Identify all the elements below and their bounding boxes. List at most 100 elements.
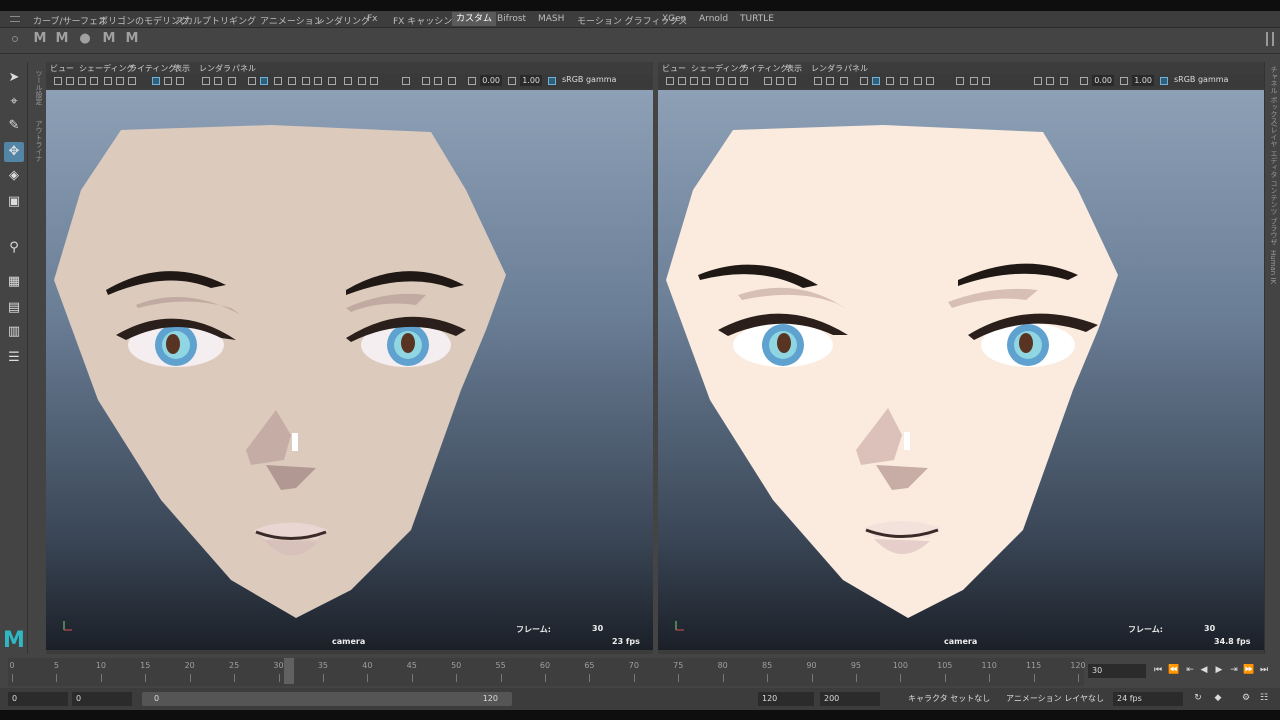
image-plane-icon[interactable] (702, 77, 710, 85)
rotate-tool-icon[interactable]: ◈ (4, 166, 24, 186)
smooth-shade-icon[interactable] (872, 77, 880, 85)
step-forward-frame-icon[interactable]: ⏩ (1243, 664, 1255, 676)
shelf-mel-icon-4[interactable]: M (124, 31, 140, 47)
xray-joints-icon[interactable] (1046, 77, 1054, 85)
resolution-gate-icon[interactable] (740, 77, 748, 85)
loop-icon[interactable]: ↻ (1192, 692, 1204, 704)
playback-end-field[interactable]: 120 (758, 692, 814, 706)
bookmark-icon[interactable] (78, 77, 86, 85)
tab-bifrost[interactable]: Bifrost (497, 14, 526, 24)
shelf-sphere-icon[interactable]: ● (77, 31, 93, 47)
gamma-icon[interactable] (1120, 77, 1128, 85)
paint-select-icon[interactable]: ✎ (4, 116, 24, 136)
textured-icon[interactable] (288, 77, 296, 85)
bookmark-icon[interactable] (690, 77, 698, 85)
anim-layer-dropdown[interactable]: アニメーション レイヤなし (1006, 692, 1104, 706)
playback-start-field[interactable]: 0 (72, 692, 132, 706)
safe-action-icon[interactable] (776, 77, 784, 85)
safe-action-icon[interactable] (164, 77, 172, 85)
tab-turtle[interactable]: TURTLE (740, 14, 774, 24)
camera-attr-icon[interactable] (66, 77, 74, 85)
gamma-icon[interactable] (508, 77, 516, 85)
safe-title-icon[interactable] (176, 77, 184, 85)
viewport-3d[interactable]: フレーム: 30 camera 23 fps (46, 90, 653, 650)
textured-icon[interactable] (900, 77, 908, 85)
single-view-icon[interactable]: ▦ (4, 272, 24, 292)
color-management-icon[interactable] (548, 77, 556, 85)
tab-fx[interactable]: Fx (367, 14, 378, 24)
shelf-options-icon[interactable] (12, 36, 18, 42)
animation-end-field[interactable]: 200 (820, 692, 880, 706)
menu-panels[interactable]: パネル (844, 63, 868, 74)
auto-key-icon[interactable]: ◆ (1212, 692, 1224, 704)
film-gate-icon[interactable] (116, 77, 124, 85)
gamma-field[interactable]: 1.00 (1132, 75, 1154, 86)
dof-icon[interactable] (370, 77, 378, 85)
xray-icon[interactable] (1034, 77, 1042, 85)
aa-icon[interactable] (358, 77, 366, 85)
field-chart-icon[interactable] (814, 77, 822, 85)
text-icon[interactable] (840, 77, 848, 85)
character-set-dropdown[interactable]: キャラクタ セットなし (908, 692, 990, 706)
exposure-field[interactable]: 0.00 (1092, 75, 1114, 86)
play-forwards-icon[interactable]: ▶ (1213, 664, 1225, 676)
go-to-start-icon[interactable]: ⏮ (1152, 664, 1164, 676)
menu-view[interactable]: ビュー (50, 63, 74, 74)
isolate-icon[interactable] (402, 77, 410, 85)
tab-custom[interactable]: カスタム (452, 12, 497, 26)
grid-icon[interactable] (716, 77, 724, 85)
colorspace-label[interactable]: sRGB gamma (562, 75, 616, 84)
camera-icon[interactable] (54, 77, 62, 85)
xray-joints-icon[interactable] (434, 77, 442, 85)
tool-settings-label[interactable]: ツール設定 (34, 70, 44, 105)
menu-handle-icon[interactable] (10, 16, 20, 22)
soft-select-icon[interactable]: ⚲ (4, 238, 24, 258)
image-plane-icon[interactable] (90, 77, 98, 85)
tab-xgen[interactable]: XGen (662, 14, 686, 24)
xray-components-icon[interactable] (1060, 77, 1068, 85)
play-backwards-icon[interactable]: ◀ (1198, 664, 1210, 676)
wireframe-icon[interactable] (826, 77, 834, 85)
tab-rendering[interactable]: レンダリング (316, 14, 370, 27)
lasso-tool-icon[interactable]: ⌖ (4, 92, 24, 112)
tab-rigging[interactable]: リギング (220, 14, 256, 27)
safe-title-icon[interactable] (788, 77, 796, 85)
xray-icon[interactable] (422, 77, 430, 85)
resolution-gate-icon[interactable] (128, 77, 136, 85)
shadows-icon[interactable] (314, 77, 322, 85)
text-icon[interactable] (228, 77, 236, 85)
gamma-field[interactable]: 1.00 (520, 75, 542, 86)
menu-show[interactable]: 表示 (786, 63, 802, 74)
content-browser-tab[interactable]: コンテンツ ブラウザ (1269, 180, 1279, 245)
scale-tool-icon[interactable]: ▣ (4, 192, 24, 212)
two-view-icon[interactable]: ▥ (4, 322, 24, 342)
outliner-layout-icon[interactable]: ☰ (4, 348, 24, 368)
tab-curves-surfaces[interactable]: カーブ/サーフェス (33, 14, 107, 27)
color-management-icon[interactable] (1160, 77, 1168, 85)
menu-shading[interactable]: シェーディング (79, 63, 134, 74)
outliner-label[interactable]: アウトライナ (34, 120, 44, 162)
grid-toggle-icon[interactable] (764, 77, 772, 85)
time-slider[interactable]: 0 5 10 15 20 25 30 35 40 45 50 55 60 65 70 75 80 85 90 95 10… (0, 656, 1280, 688)
anim-prefs-icon[interactable]: ⚙ (1240, 692, 1252, 704)
step-back-frame-icon[interactable]: ⏪ (1168, 664, 1180, 676)
motion-blur-icon[interactable] (344, 77, 352, 85)
fps-dropdown[interactable]: 24 fps (1113, 692, 1183, 706)
tab-mash[interactable]: MASH (538, 14, 564, 24)
tab-fx-caching[interactable]: FX キャッシング (393, 14, 461, 27)
select-tool-icon[interactable]: ➤ (4, 68, 24, 88)
shelf-collapse-icon[interactable] (1266, 32, 1274, 46)
camera-icon[interactable] (666, 77, 674, 85)
menu-view[interactable]: ビュー (662, 63, 686, 74)
grid-toggle-icon[interactable] (152, 77, 160, 85)
motion-blur-icon[interactable] (956, 77, 964, 85)
wireframe-shade-icon[interactable] (860, 77, 868, 85)
film-gate-icon[interactable] (728, 77, 736, 85)
menu-renderer[interactable]: レンダラ (199, 63, 231, 74)
xray-components-icon[interactable] (448, 77, 456, 85)
colorspace-label[interactable]: sRGB gamma (1174, 75, 1228, 84)
menu-panels[interactable]: パネル (232, 63, 256, 74)
wireframe-shade-icon[interactable] (248, 77, 256, 85)
viewport-3d[interactable]: フレーム: 30 camera 34.8 fps (658, 90, 1264, 650)
menu-shading[interactable]: シェーディング (691, 63, 746, 74)
